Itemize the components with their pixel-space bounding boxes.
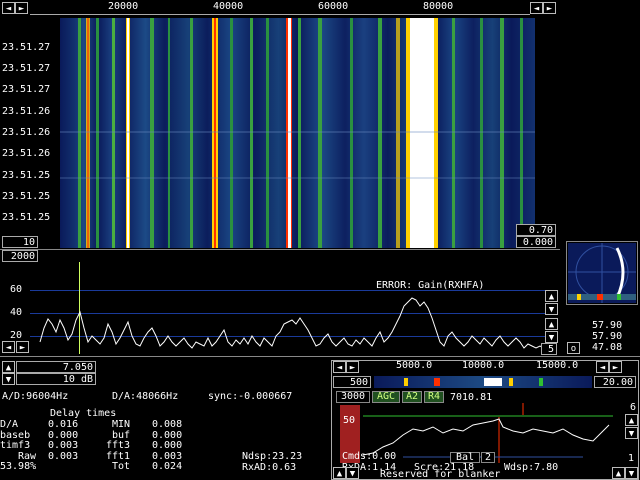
sync-value: sync:-0.000667 (208, 391, 293, 402)
delay-label: Tot (112, 461, 131, 472)
freq-tick: 40000 (213, 1, 244, 12)
bandwidth-box[interactable]: 3000 (336, 391, 370, 403)
bb-scale-up-button[interactable]: ▲ (625, 414, 638, 426)
freq-tick: 80000 (423, 1, 454, 12)
delay-label: MIN (112, 419, 131, 430)
spectrum-up2-button[interactable]: ▲ (545, 318, 558, 330)
time-label: 23.51.27 (2, 63, 51, 74)
waterfall-signals (60, 18, 535, 248)
spectrum-display[interactable]: 60 40 20 ERROR: Gain(RXHFA) ▲ ▼ ▲ ▼ (0, 262, 560, 354)
zoom-left-button[interactable]: ◄ (530, 2, 543, 14)
time-label: 23.51.27 (2, 42, 51, 53)
spectrum-down2-button[interactable]: ▼ (545, 331, 558, 343)
bb-scale-bottom: 1 (628, 453, 635, 464)
bb-bottom-up2-button[interactable]: ▲ (612, 467, 625, 479)
delay-label: timf3 (0, 440, 31, 451)
bb-bottom-down2-button[interactable]: ▼ (625, 467, 638, 479)
spectrum-down-button[interactable]: ▼ (545, 303, 558, 315)
bb-gain-box[interactable]: 500 (333, 376, 371, 388)
freq-tick: 60000 (318, 1, 349, 12)
bb-frequency-readout: 7010.81 (450, 392, 493, 403)
spectrum-right-button[interactable]: ► (16, 341, 29, 353)
bb-left-button[interactable]: ◄ (333, 361, 346, 373)
spectrum-up-button[interactable]: ▲ (545, 290, 558, 302)
polarization-plot (568, 243, 636, 303)
wdsp-value: Wdsp:7.80 (504, 462, 559, 473)
r4-button[interactable]: R4 (424, 391, 444, 403)
time-label: 23.51.26 (2, 106, 51, 117)
scroll-left-button[interactable]: ◄ (2, 2, 15, 14)
da-rate: D/A:48066Hz (112, 391, 179, 402)
spectrum-avg-box[interactable]: 5 (541, 343, 557, 355)
frequency-scale[interactable]: 20000 40000 60000 80000 (30, 1, 530, 15)
spectrum-trace (39, 297, 545, 349)
delay-value: 0.003 (48, 450, 79, 462)
bb-waterfall[interactable] (374, 376, 592, 388)
time-label: 23.51.26 (2, 148, 51, 159)
pol-value: 47.08 (592, 342, 623, 353)
gain-field[interactable]: 10 dB (16, 373, 96, 385)
delay-value: 0.024 (152, 461, 183, 472)
scroll-right-button[interactable]: ► (15, 2, 28, 14)
zoom-right-button[interactable]: ► (543, 2, 556, 14)
bb-freq-tick: 5000.0 (396, 360, 433, 371)
pol-o-button[interactable]: o (567, 342, 580, 354)
spectrum-range-box[interactable]: 2000 (2, 250, 38, 262)
time-label: 23.51.27 (2, 84, 51, 95)
time-label: 23.51.26 (2, 127, 51, 138)
blanker-reserved-label: Reserved for blanker (380, 469, 501, 480)
delay-label: D/A (0, 419, 19, 430)
bb-zoom-right-button[interactable]: ► (609, 361, 622, 373)
bb-bottom-down-button[interactable]: ▼ (346, 467, 359, 479)
bb-level-box[interactable]: 20.00 (594, 376, 636, 388)
bb-right-button[interactable]: ► (346, 361, 359, 373)
waterfall-gain-box[interactable]: 0.70 (516, 224, 556, 236)
rxad-value: RxAD:0.63 (242, 462, 297, 473)
balance-button[interactable]: Bal (450, 452, 480, 463)
cpu-load: 53.98% (0, 461, 37, 472)
bb-zoom-left-button[interactable]: ◄ (596, 361, 609, 373)
frequency-field[interactable]: 7.050 (16, 361, 96, 373)
a2-button[interactable]: A2 (402, 391, 422, 403)
delay-value: 0.008 (152, 419, 183, 430)
level-value: 50 (343, 415, 356, 426)
waterfall-display[interactable] (60, 18, 535, 248)
polarization-display[interactable] (566, 241, 638, 305)
ndsp-value: Ndsp:23.23 (242, 451, 303, 462)
pol-value: 57.90 (592, 331, 623, 342)
freq-tick: 20000 (108, 1, 139, 12)
bb-freq-tick: 15000.0 (536, 360, 579, 371)
time-label: 23.51.25 (2, 170, 51, 181)
balance-mode-button[interactable]: 2 (481, 452, 495, 463)
time-label-column: 23.51.27 23.51.27 23.51.27 23.51.26 23.5… (0, 14, 60, 248)
pol-value: 57.90 (592, 320, 623, 331)
freq-up-button[interactable]: ▲ (2, 361, 15, 373)
bb-scale-top: 6 (630, 402, 637, 413)
waterfall-avg-box[interactable]: 10 (2, 236, 38, 248)
delay-table: D/A 0.016 MIN 0.008 baseb 0.000 buf 0.00… (0, 419, 200, 476)
ad-rate: A/D:96004Hz (2, 391, 69, 402)
divider (0, 249, 560, 250)
waterfall-zero-box[interactable]: 0.000 (516, 236, 556, 248)
bb-bottom-up-button[interactable]: ▲ (333, 467, 346, 479)
bb-scale-down-button[interactable]: ▼ (625, 427, 638, 439)
delay-value: 0.003 (48, 440, 79, 451)
agc-button[interactable]: AGC (372, 391, 400, 403)
gain-down-button[interactable]: ▼ (2, 373, 15, 385)
time-label: 23.51.25 (2, 212, 51, 223)
delay-label: fft3 (106, 440, 131, 451)
spectrum-left-button[interactable]: ◄ (2, 341, 15, 353)
divider (0, 356, 640, 357)
cmds-value: Cmds:0.00 (342, 451, 397, 462)
bb-freq-tick: 10000.0 (462, 360, 505, 371)
delay-value: 0.016 (48, 419, 79, 430)
delay-title: Delay times (50, 408, 117, 419)
time-label: 23.51.25 (2, 191, 51, 202)
bb-frequency-scale[interactable]: 5000.0 10000.0 15000.0 (360, 360, 610, 373)
delay-value: 0.000 (152, 440, 183, 451)
